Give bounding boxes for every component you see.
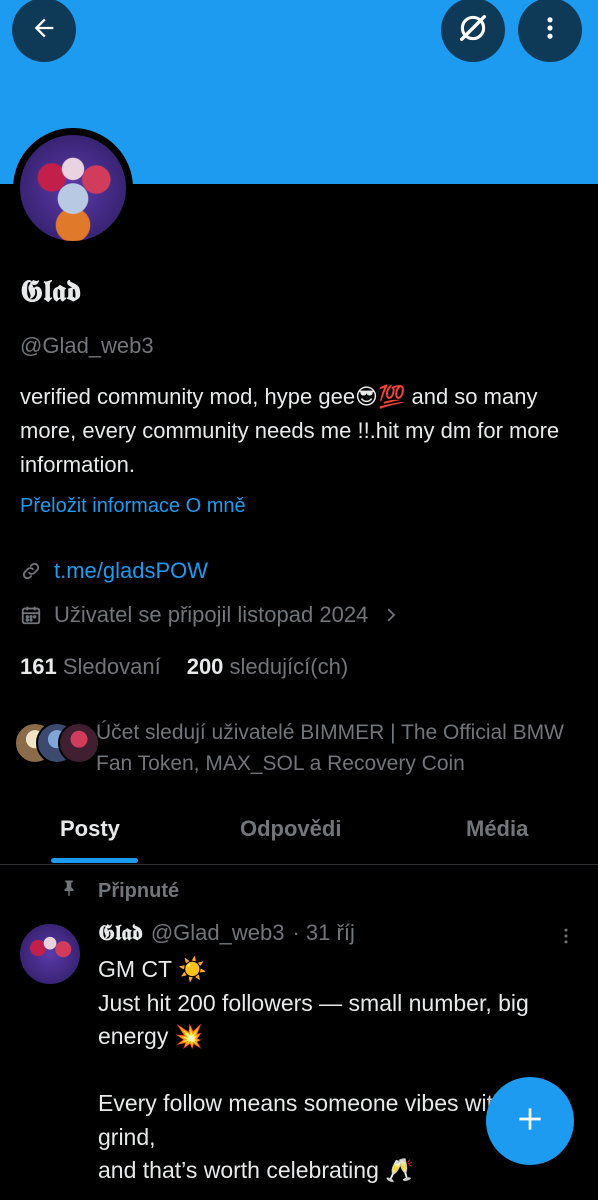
following-count: 161 bbox=[20, 654, 57, 679]
following-label: Sledovaní bbox=[62, 654, 161, 679]
more-vertical-icon bbox=[556, 928, 576, 952]
display-name: 𝕲𝖑𝖆𝖉 bbox=[20, 274, 82, 309]
compose-button[interactable] bbox=[486, 1077, 574, 1165]
chevron-right-icon bbox=[382, 606, 400, 624]
pin-icon bbox=[60, 878, 78, 904]
pinned-label: Připnuté bbox=[98, 879, 180, 902]
followers-count: 200 bbox=[186, 654, 224, 679]
profile-tabs: Posty Odpovědi Média bbox=[0, 808, 598, 865]
more-vertical-icon bbox=[536, 14, 564, 47]
post-more-button[interactable] bbox=[556, 924, 576, 953]
follow-stats: 161 Sledovaní 200 sledující(ch) bbox=[20, 654, 348, 680]
more-options-button[interactable] bbox=[518, 0, 582, 62]
profile-avatar[interactable] bbox=[13, 128, 133, 248]
joined-date-text: Uživatel se připojil listopad 2024 bbox=[54, 602, 369, 627]
post-time: · 31 říj bbox=[292, 920, 355, 945]
post-author-avatar[interactable] bbox=[20, 924, 80, 984]
translate-bio-link[interactable]: Přeložit informace O mně bbox=[20, 495, 246, 518]
followers-stat[interactable]: 200 sledující(ch) bbox=[187, 654, 348, 680]
tab-media[interactable]: Média bbox=[466, 816, 528, 842]
post-header: 𝕲𝖑𝖆𝖉 @Glad_web3 · 31 říj bbox=[98, 920, 355, 946]
profile-handle: @Glad_web3 bbox=[20, 333, 154, 358]
profile-link[interactable]: t.me/gladsPOW bbox=[20, 558, 208, 584]
followed-by-avatars[interactable] bbox=[14, 718, 100, 764]
tab-posts[interactable]: Posty bbox=[60, 816, 120, 842]
pinned-indicator: Připnuté bbox=[60, 878, 179, 904]
follower-avatar bbox=[58, 722, 100, 764]
tab-replies[interactable]: Odpovědi bbox=[240, 816, 341, 842]
following-stat[interactable]: 161 Sledovaní bbox=[20, 654, 161, 680]
active-tab-indicator bbox=[51, 858, 138, 863]
post-body: GM CT ☀️ Just hit 200 followers — small … bbox=[98, 956, 544, 1183]
calendar-icon bbox=[20, 604, 42, 626]
profile-bio: verified community mod, hype gee😎💯 and s… bbox=[20, 384, 560, 477]
link-icon bbox=[20, 560, 42, 582]
back-button[interactable] bbox=[12, 0, 76, 62]
avatar-image bbox=[20, 135, 126, 241]
grok-button[interactable] bbox=[441, 0, 505, 62]
profile-link-text[interactable]: t.me/gladsPOW bbox=[54, 558, 208, 584]
post-author-handle: @Glad_web3 bbox=[150, 920, 285, 945]
post-author-name[interactable]: 𝕲𝖑𝖆𝖉 bbox=[98, 920, 143, 946]
grok-icon bbox=[456, 11, 490, 50]
back-arrow-icon bbox=[30, 14, 58, 47]
followers-label: sledující(ch) bbox=[229, 654, 349, 679]
joined-date-row[interactable]: Uživatel se připojil listopad 2024 bbox=[20, 602, 400, 628]
followed-by-text[interactable]: Účet sledují uživatelé BIMMER | The Offi… bbox=[96, 717, 576, 779]
plus-icon bbox=[514, 1103, 546, 1140]
